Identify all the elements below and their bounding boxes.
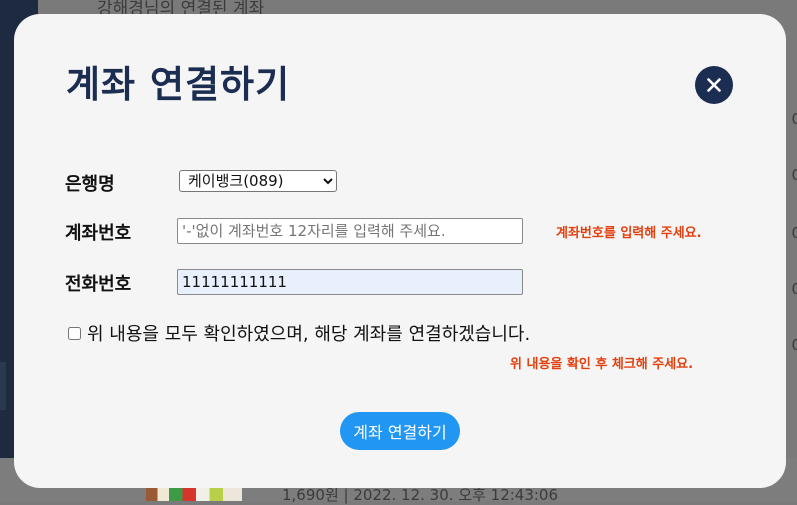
account-label: 계좌번호 bbox=[65, 223, 132, 244]
background-edge-text: 0 bbox=[791, 280, 797, 298]
account-number-input[interactable] bbox=[177, 218, 523, 244]
modal-title: 계좌 연결하기 bbox=[66, 63, 291, 106]
background-edge-text: 0 bbox=[791, 110, 797, 128]
background-thumbnail bbox=[146, 486, 242, 501]
phone-label: 전화번호 bbox=[65, 274, 132, 295]
agree-checkbox[interactable] bbox=[68, 326, 81, 340]
background-edge-text: 0 bbox=[791, 166, 797, 184]
close-icon bbox=[707, 78, 721, 92]
agree-label[interactable]: 위 내용을 모두 확인하였으며, 해당 계좌를 연결하겠습니다. bbox=[87, 320, 530, 346]
agree-error-message: 위 내용을 확인 후 체크해 주세요. bbox=[510, 357, 694, 372]
account-error-message: 계좌번호를 입력해 주세요. bbox=[556, 226, 702, 241]
background-edge-text: 0 bbox=[791, 224, 797, 242]
agree-row: 위 내용을 모두 확인하였으며, 해당 계좌를 연결하겠습니다. bbox=[68, 320, 530, 346]
bank-select[interactable]: 케이뱅크(089) bbox=[179, 170, 337, 192]
background-edge-text: 0 bbox=[791, 336, 797, 354]
connect-account-modal: 계좌 연결하기 은행명 케이뱅크(089) 계좌번호 계좌번호를 입력해 주세요… bbox=[14, 14, 786, 488]
close-button[interactable] bbox=[695, 66, 733, 104]
connect-account-button[interactable]: 계좌 연결하기 bbox=[340, 412, 460, 450]
bank-label: 은행명 bbox=[65, 174, 115, 195]
phone-number-input[interactable] bbox=[177, 269, 523, 295]
background-sidebar-tab bbox=[0, 362, 6, 410]
